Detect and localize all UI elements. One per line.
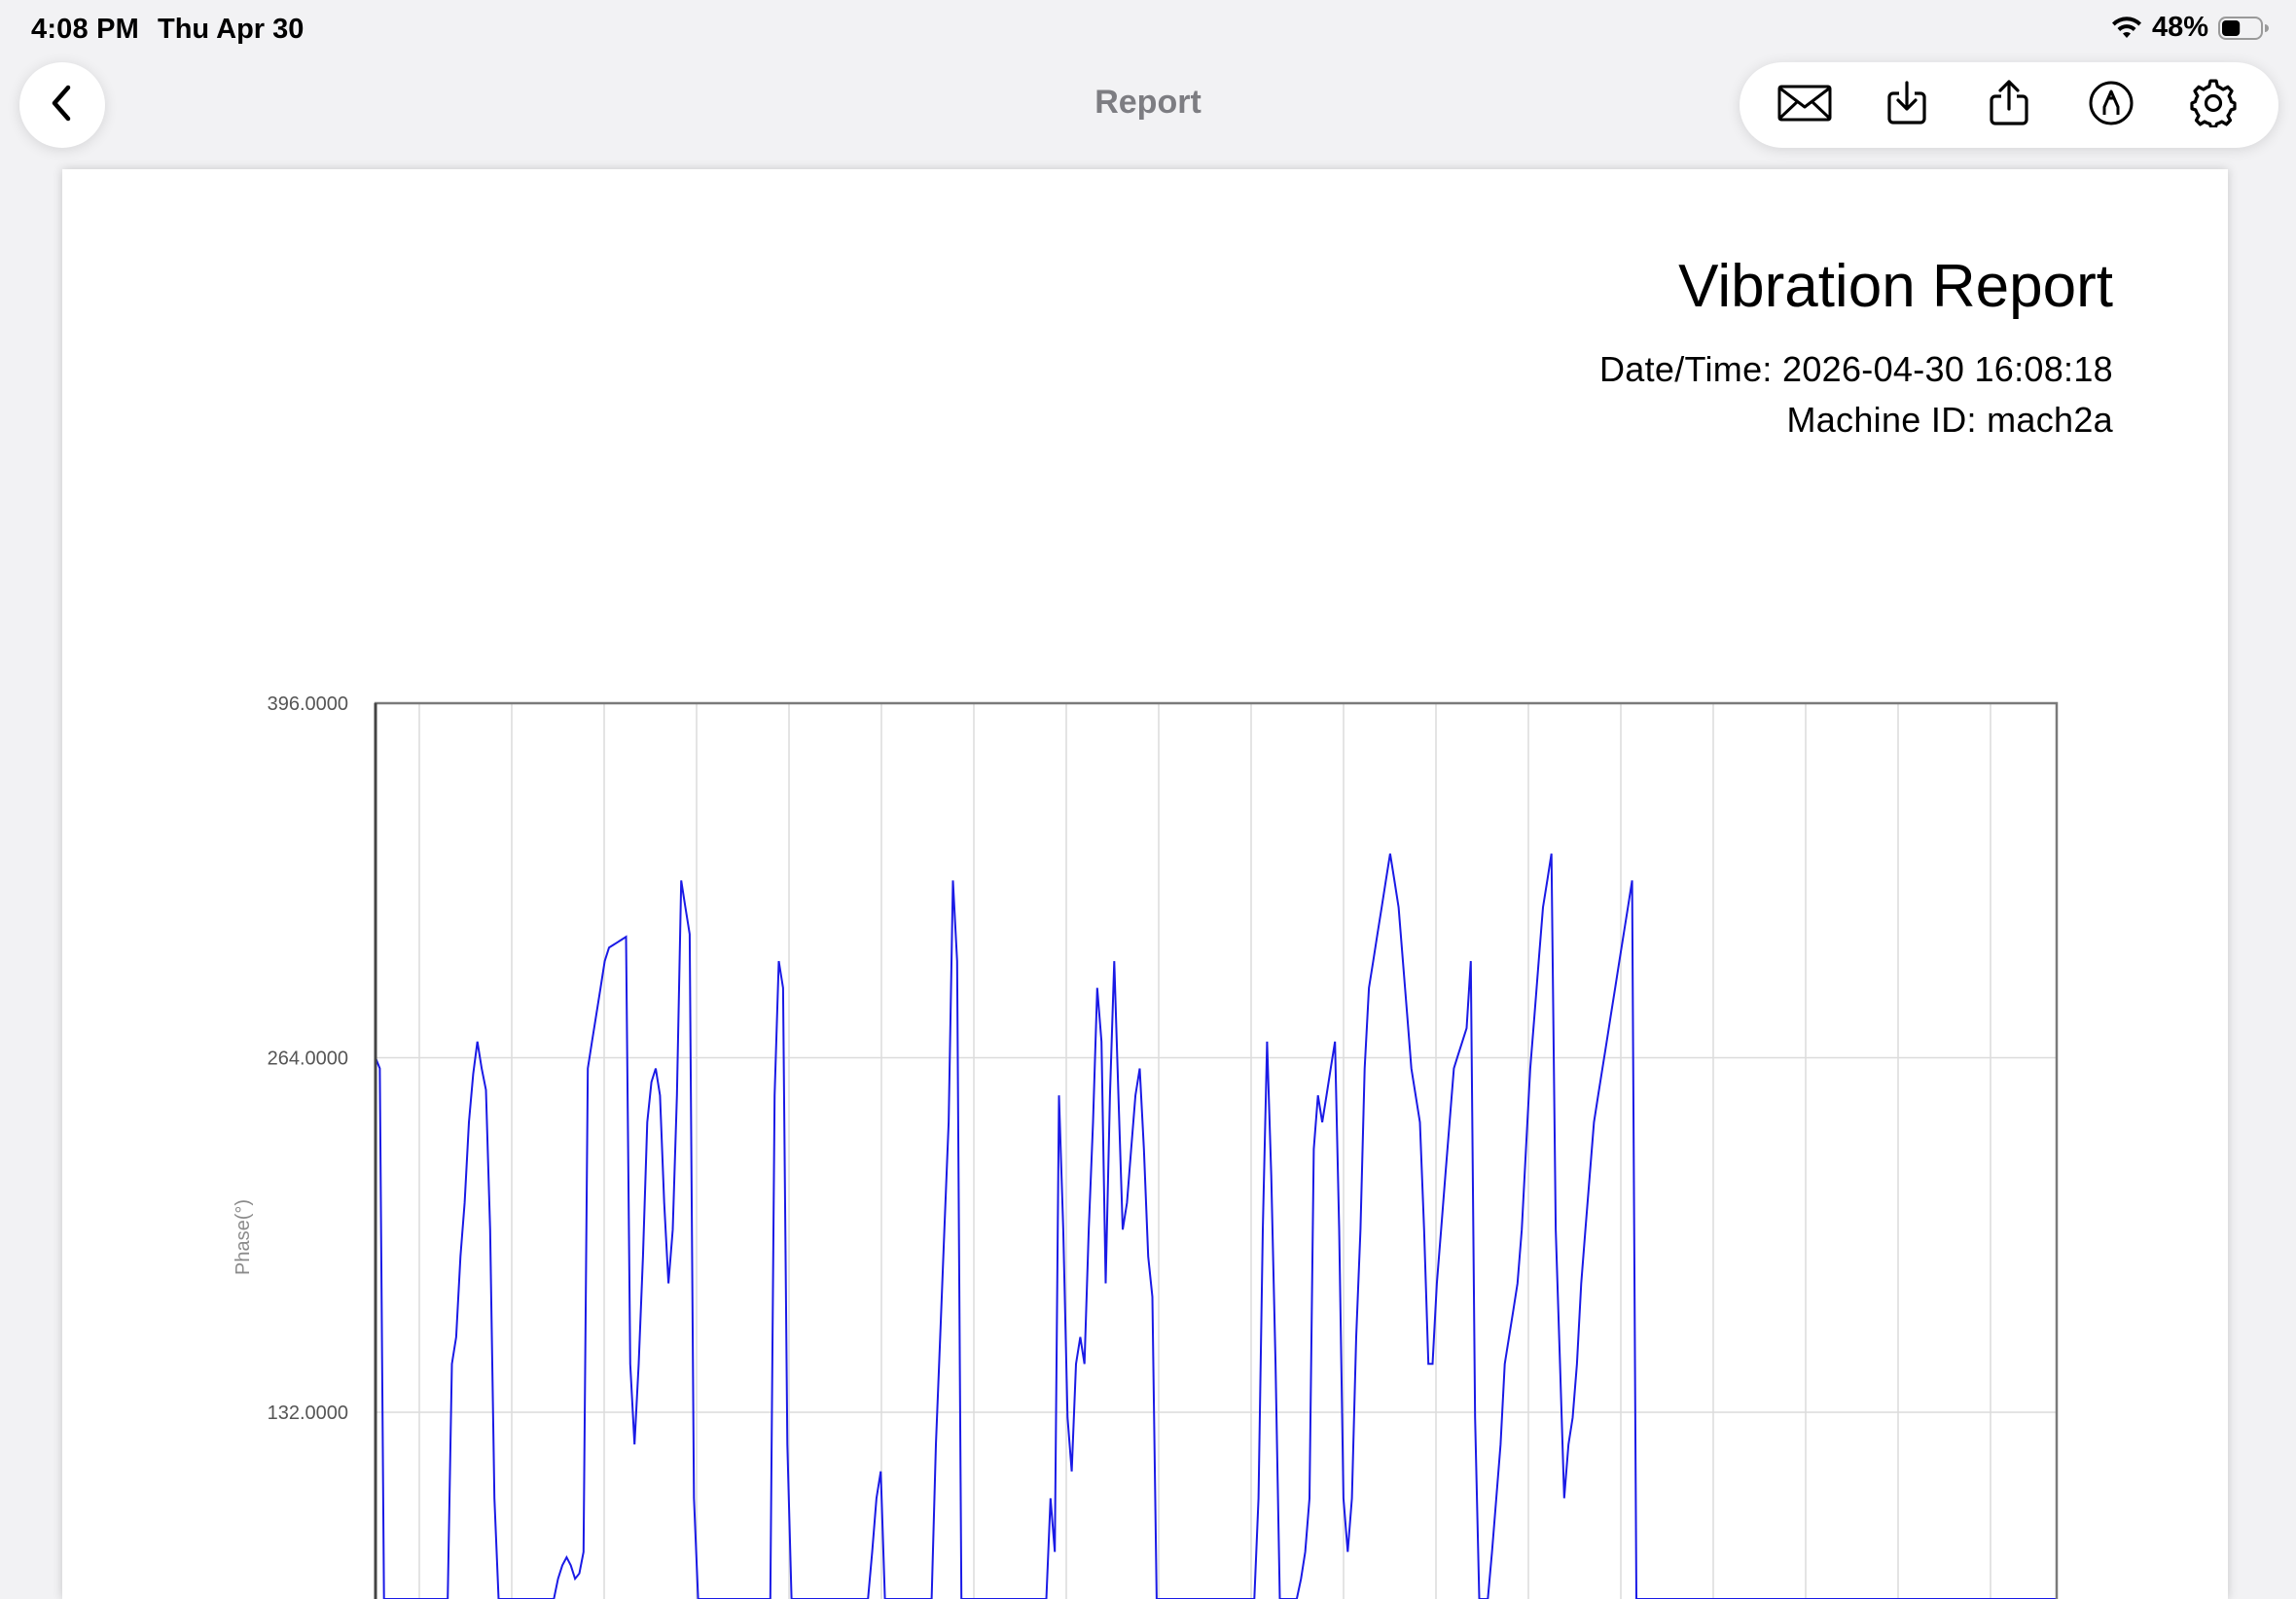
status-bar: 4:08 PM Thu Apr 30 48% xyxy=(0,0,2296,60)
report-toolbar xyxy=(1740,62,2278,148)
markup-icon xyxy=(2088,80,2135,131)
markup-button[interactable] xyxy=(2072,66,2150,144)
chart-y-axis-label: Phase(°) xyxy=(233,1199,254,1275)
chart-y-tick-labels: 396.0000 264.0000 132.0000 xyxy=(268,693,348,1424)
download-button[interactable] xyxy=(1868,66,1946,144)
chart-y-tick-label: 264.0000 xyxy=(268,1048,348,1070)
phase-chart: 396.0000 264.0000 132.0000 Phase(°) xyxy=(233,693,2059,1599)
status-date: Thu Apr 30 xyxy=(158,14,305,45)
share-button[interactable] xyxy=(1970,66,2048,144)
status-indicators: 48% xyxy=(2111,12,2269,44)
report-page: Vibration Report Date/Time: 2026-04-30 1… xyxy=(62,169,2228,1599)
share-icon xyxy=(1988,79,2030,132)
chart-vertical-grid xyxy=(418,703,1991,1599)
download-icon xyxy=(1885,80,1928,131)
envelope-icon xyxy=(1777,84,1832,127)
email-button[interactable] xyxy=(1766,66,1844,144)
battery-icon xyxy=(2218,16,2269,41)
settings-button[interactable] xyxy=(2174,66,2252,144)
wifi-icon xyxy=(2111,16,2142,40)
chart-series-line xyxy=(375,853,2057,1599)
chart-y-tick-label: 132.0000 xyxy=(268,1403,348,1424)
gear-icon xyxy=(2189,78,2238,132)
status-time: 4:08 PM xyxy=(31,14,139,45)
battery-percent: 48% xyxy=(2151,12,2208,43)
chart-y-tick-label: 396.0000 xyxy=(268,693,348,715)
